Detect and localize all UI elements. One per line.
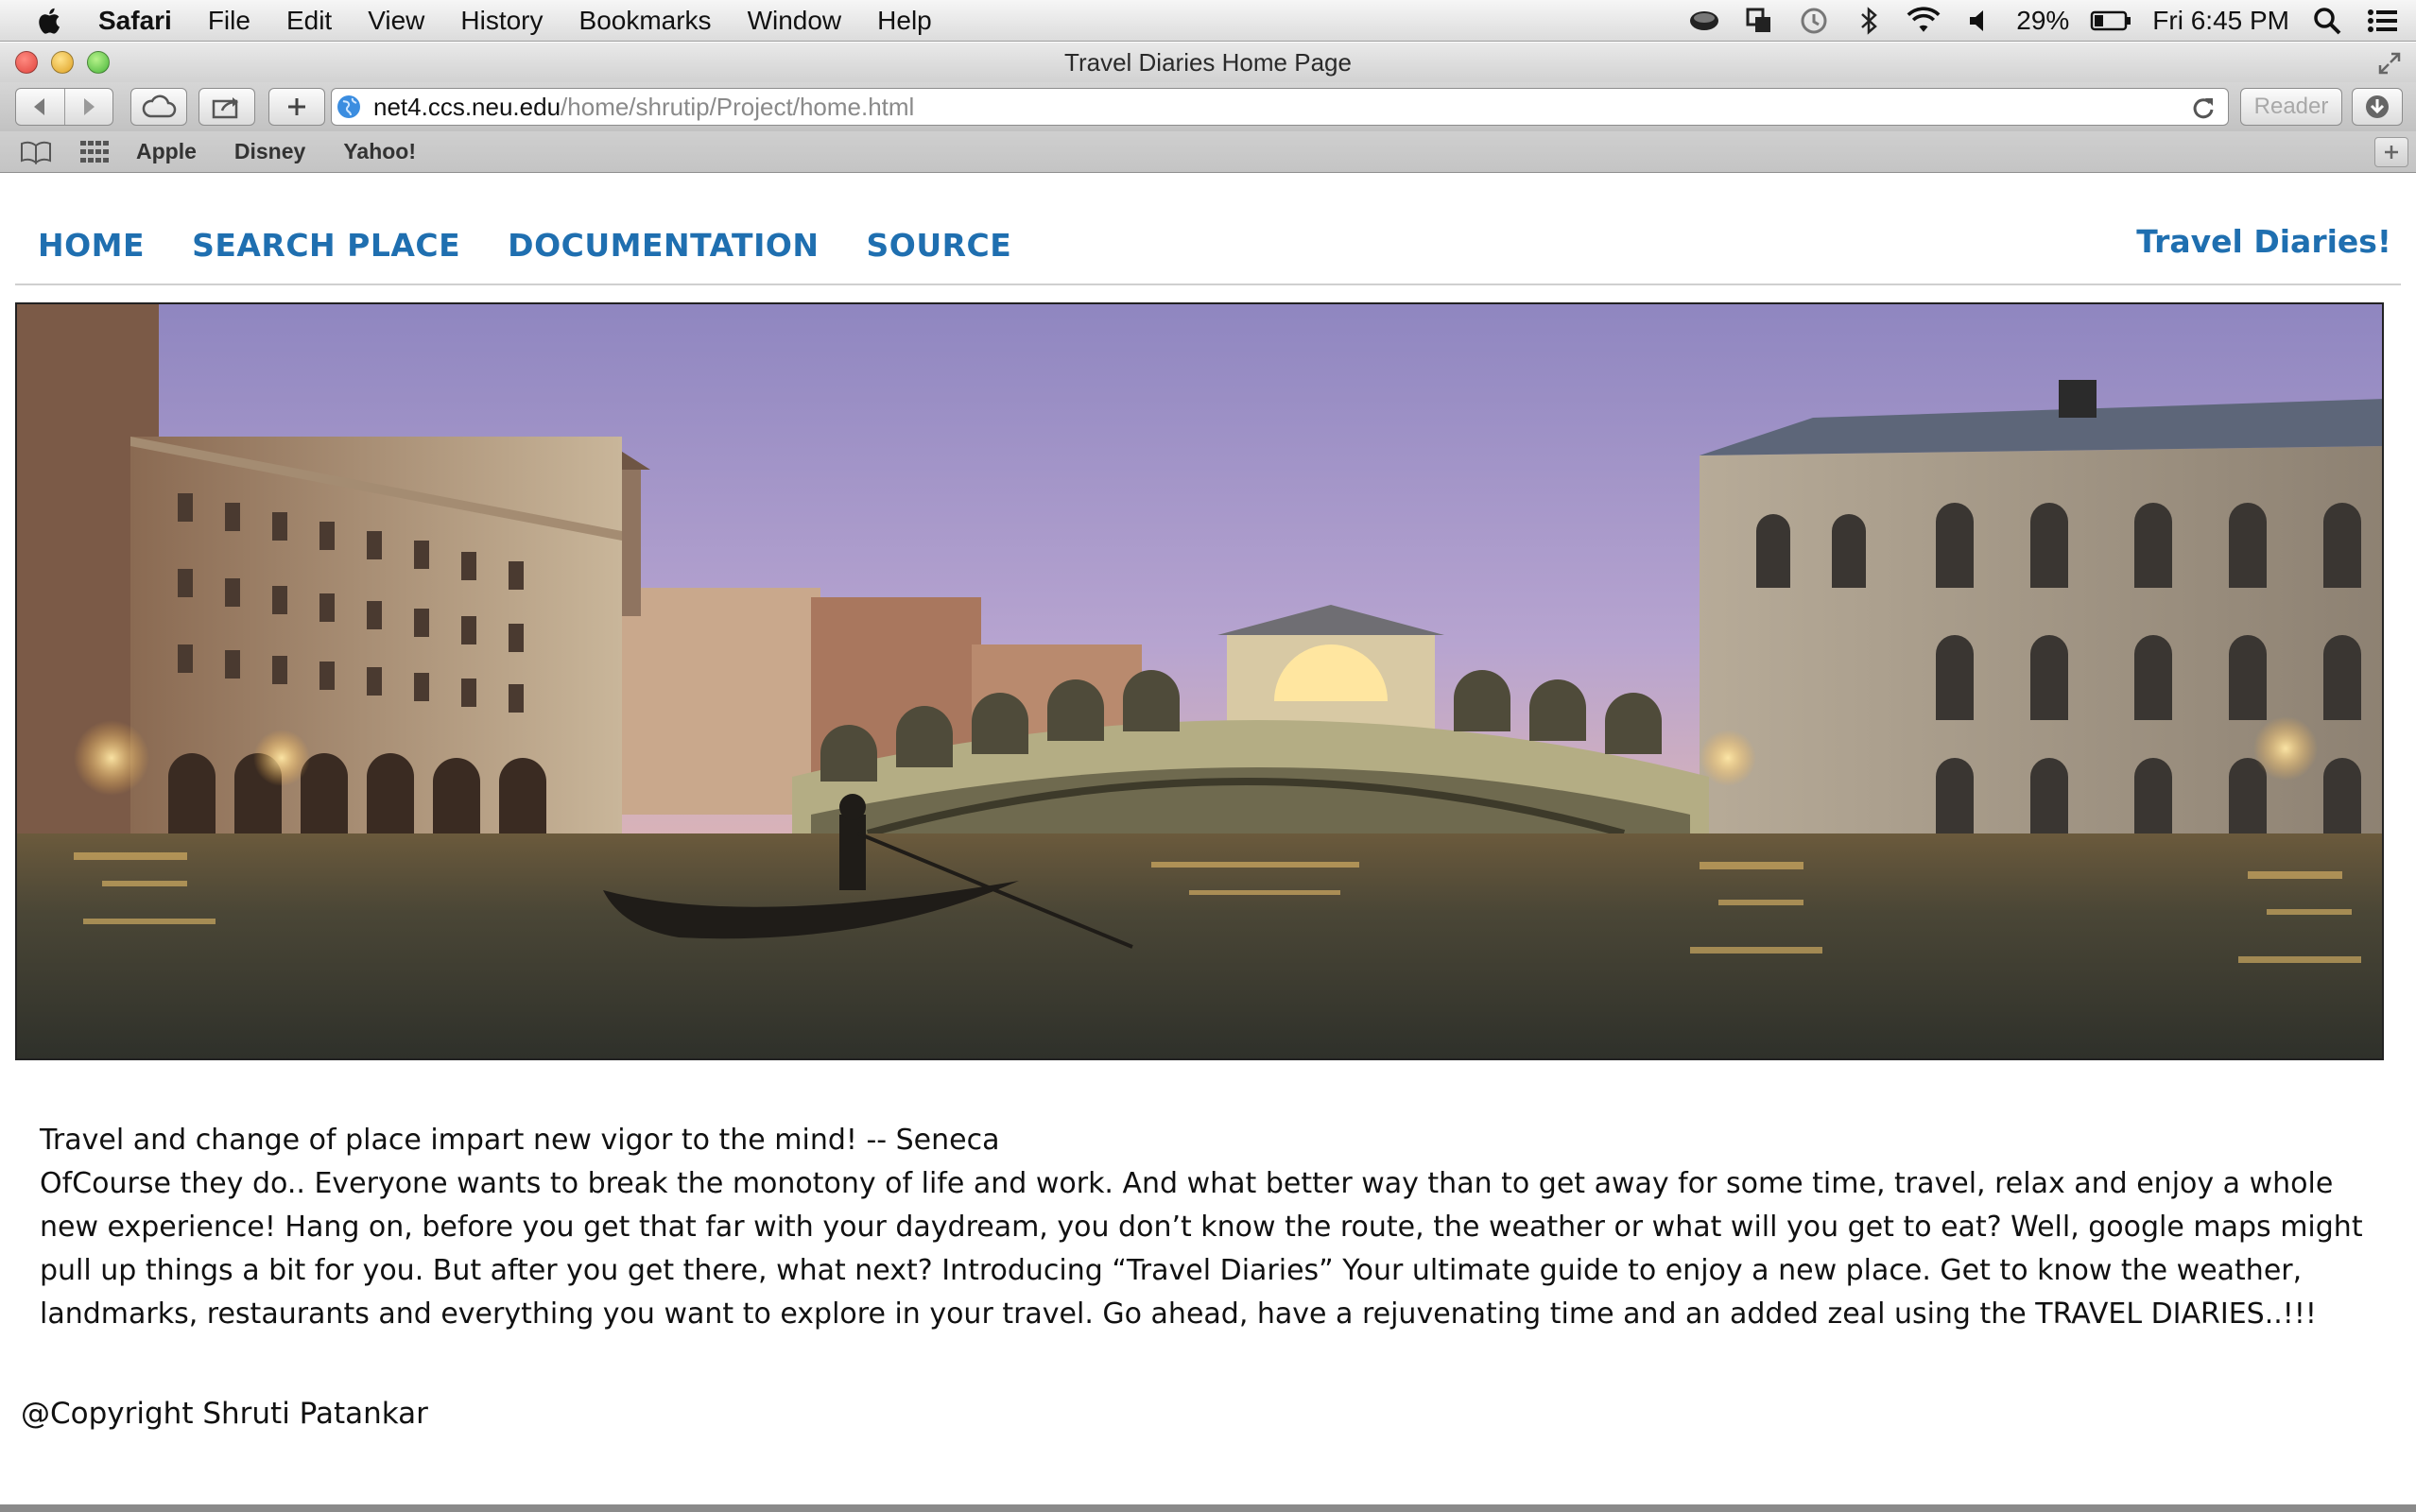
clock[interactable]: Fri 6:45 PM [2152, 6, 2289, 36]
site-brand[interactable]: Travel Diaries! [2136, 223, 2391, 260]
back-forward-group [15, 88, 113, 126]
menu-safari[interactable]: Safari [98, 6, 172, 36]
close-window-button[interactable] [15, 51, 38, 74]
window-controls [15, 51, 110, 74]
status-area: 29% Fri 6:45 PM [1687, 0, 2416, 42]
nav-documentation[interactable]: DOCUMENTATION [508, 227, 819, 264]
download-icon [2366, 95, 2389, 118]
bluetooth-icon[interactable] [1852, 4, 1886, 38]
back-button[interactable] [16, 89, 64, 125]
venice-banner-image [15, 302, 2384, 1060]
menu-edit[interactable]: Edit [286, 6, 332, 36]
reload-icon[interactable] [2190, 94, 2217, 121]
web-page: HOME SEARCH PLACE DOCUMENTATION SOURCE T… [0, 174, 2416, 1504]
seneca-quote: Travel and change of place impart new vi… [40, 1124, 1000, 1157]
notification-center-icon[interactable] [2365, 4, 2399, 38]
caffeine-icon[interactable] [1687, 4, 1721, 38]
nav-search-place[interactable]: SEARCH PLACE [192, 227, 460, 264]
fullscreen-icon[interactable] [2376, 50, 2403, 77]
reader-button[interactable]: Reader [2240, 88, 2342, 126]
nav-home[interactable]: HOME [38, 227, 145, 264]
plus-icon [2385, 146, 2398, 159]
bookmarks-bar: Apple Disney Yahoo! [0, 131, 2416, 173]
time-machine-icon[interactable] [1797, 4, 1831, 38]
nav-source[interactable]: SOURCE [867, 227, 1012, 264]
share-button[interactable] [198, 88, 255, 126]
icloud-tabs-button[interactable] [130, 88, 187, 126]
intro-paragraph: OfCourse they do.. Everyone wants to bre… [40, 1167, 2363, 1331]
share-icon [212, 97, 238, 119]
zoom-window-button[interactable] [87, 51, 110, 74]
plus-icon [288, 98, 305, 115]
downloads-button[interactable] [2352, 88, 2403, 126]
window-bottom-edge [0, 1504, 2416, 1512]
address-bar[interactable]: net4.ccs.neu.edu/home/shrutip/Project/ho… [331, 88, 2229, 126]
menu-view[interactable]: View [368, 6, 424, 36]
spotlight-search-icon[interactable] [2310, 4, 2344, 38]
menu-help[interactable]: Help [877, 6, 932, 36]
cloud-icon [142, 94, 177, 118]
url-path: /home/shrutip/Project/home.html [561, 92, 915, 121]
site-navigation: HOME SEARCH PLACE DOCUMENTATION SOURCE T… [15, 212, 2401, 278]
window-titlebar: Travel Diaries Home Page [0, 43, 2416, 82]
apple-menu-icon[interactable] [34, 5, 66, 37]
menu-bar: Safari File Edit View History Bookmarks … [0, 0, 2416, 42]
back-arrow-icon [34, 98, 45, 115]
reading-list-icon[interactable] [19, 139, 53, 165]
menu-bookmarks[interactable]: Bookmarks [579, 6, 712, 36]
forward-arrow-icon [83, 98, 95, 115]
bookmark-yahoo[interactable]: Yahoo! [343, 139, 416, 164]
battery-percent: 29% [2016, 6, 2070, 35]
add-bookmark-button[interactable] [2374, 137, 2408, 167]
screen-mirror-icon[interactable] [1742, 4, 1776, 38]
forward-button[interactable] [63, 89, 112, 125]
banner-illustration [17, 304, 2382, 1058]
nav-divider [15, 284, 2401, 285]
bookmark-disney[interactable]: Disney [234, 139, 305, 164]
new-tab-button[interactable] [268, 88, 325, 126]
intro-text: Travel and change of place impart new vi… [40, 1119, 2393, 1336]
wifi-icon[interactable] [1907, 4, 1941, 38]
menu-history[interactable]: History [460, 6, 543, 36]
battery-icon[interactable] [2090, 4, 2131, 38]
copyright-footer: @Copyright Shruti Patankar [21, 1397, 428, 1431]
globe-icon [337, 95, 360, 118]
bookmark-apple[interactable]: Apple [136, 139, 197, 164]
url-host: net4.ccs.neu.edu [373, 92, 561, 121]
window-title: Travel Diaries Home Page [1064, 47, 1352, 77]
menu-file[interactable]: File [208, 6, 250, 36]
volume-icon[interactable] [1961, 4, 1995, 38]
minimize-window-button[interactable] [51, 51, 74, 74]
top-sites-grid-icon[interactable] [79, 139, 110, 165]
browser-toolbar: net4.ccs.neu.edu/home/shrutip/Project/ho… [0, 82, 2416, 131]
menu-window[interactable]: Window [748, 6, 842, 36]
